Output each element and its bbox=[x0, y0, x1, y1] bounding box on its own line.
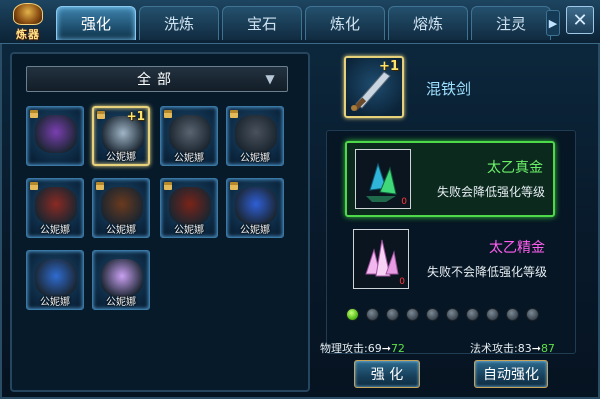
inventory-slot-crystal-blade[interactable]: 公妮娜 bbox=[92, 250, 150, 310]
crystal-blade-icon bbox=[101, 259, 143, 297]
close-button[interactable]: ✕ bbox=[566, 6, 594, 34]
item-owner-label: 公妮娜 bbox=[174, 225, 204, 236]
inventory-slot-chest-armor[interactable]: 公妮娜 bbox=[226, 106, 284, 166]
logo-text: 炼器 bbox=[16, 27, 40, 41]
enhance-level-badge: +1 bbox=[126, 109, 145, 123]
inventory-slot-shoulder-armor[interactable]: 公妮娜 bbox=[160, 106, 218, 166]
magic-attack-label: 法术攻击: bbox=[470, 342, 518, 355]
auto-enhance-button[interactable]: 自动强化 bbox=[474, 360, 548, 388]
inventory-slot-necklace[interactable]: 公妮娜 bbox=[226, 178, 284, 238]
equipped-item-name: 混铁剑 bbox=[426, 80, 472, 98]
category-filter-dropdown[interactable]: 全部 ▼ bbox=[26, 66, 288, 92]
enhance-level-dots bbox=[346, 308, 539, 321]
lock-icon bbox=[30, 182, 38, 190]
leg-armor-icon bbox=[101, 187, 143, 225]
level-dot bbox=[366, 308, 379, 321]
level-dot bbox=[526, 308, 539, 321]
inventory-slot-gauntlet[interactable]: 公妮娜 bbox=[26, 178, 84, 238]
level-dot bbox=[506, 308, 519, 321]
item-owner-label: 公妮娜 bbox=[106, 152, 136, 163]
material-name: 太乙精金 bbox=[489, 240, 545, 256]
inventory-slot-amulet[interactable] bbox=[26, 106, 84, 166]
boots-icon bbox=[169, 187, 211, 225]
material-desc: 失败不会降低强化等级 bbox=[426, 265, 547, 279]
physical-attack-to: 72 bbox=[390, 342, 405, 355]
arrow-right-icon: ➞ bbox=[381, 342, 391, 355]
item-owner-label: 公妮娜 bbox=[40, 225, 70, 236]
enhance-panel: +1 混铁剑 0 太乙真金 失败会降低强化等级 0 太乙精金 失败不会降低强化等… bbox=[318, 52, 592, 392]
filter-label: 全部 bbox=[137, 72, 177, 88]
equipped-item-slot[interactable]: +1 bbox=[344, 56, 404, 118]
magic-attack-stat: 法术攻击:83➞87 bbox=[470, 340, 555, 356]
physical-attack-stat: 物理攻击:69➞72 bbox=[320, 340, 405, 356]
level-dot bbox=[426, 308, 439, 321]
ring-icon bbox=[35, 259, 77, 297]
tab-enhance[interactable]: 强化 bbox=[56, 6, 136, 40]
shoulder-armor-icon bbox=[169, 115, 211, 153]
item-owner-label: 公妮娜 bbox=[106, 297, 136, 308]
forge-logo: 炼器 bbox=[2, 0, 54, 44]
tab-transmute[interactable]: 炼化 bbox=[305, 6, 385, 40]
lock-icon bbox=[164, 110, 172, 118]
level-dot bbox=[386, 308, 399, 321]
tab-refine[interactable]: 洗炼 bbox=[139, 6, 219, 40]
physical-attack-from: 69 bbox=[367, 342, 382, 355]
material-name: 太乙真金 bbox=[487, 160, 543, 176]
inventory-panel: 全部 ▼ +1 公妮娜 公妮娜 公妮娜 公妮娜 公妮娜 公妮娜 公妮娜 公妮娜 公妮娜 bbox=[10, 52, 310, 392]
enhance-button[interactable]: 强 化 bbox=[354, 360, 420, 388]
item-owner-label: 公妮娜 bbox=[174, 153, 204, 164]
item-owner-label: 公妮娜 bbox=[40, 297, 70, 308]
inventory-slot-leg-armor[interactable]: 公妮娜 bbox=[92, 178, 150, 238]
material-slot: 0 bbox=[353, 229, 409, 289]
lock-icon bbox=[230, 110, 238, 118]
arrow-right-icon: ➞ bbox=[531, 342, 541, 355]
inventory-slot-boots[interactable]: 公妮娜 bbox=[160, 178, 218, 238]
tab-smelt[interactable]: 熔炼 bbox=[388, 6, 468, 40]
tab-bar: 强化 洗炼 宝石 炼化 熔炼 注灵 bbox=[56, 6, 551, 40]
level-dot bbox=[466, 308, 479, 321]
material-option-taiyi-zhenjin[interactable]: 0 太乙真金 失败会降低强化等级 bbox=[345, 141, 555, 217]
lock-icon bbox=[164, 182, 172, 190]
level-dot bbox=[446, 308, 459, 321]
tab-gem[interactable]: 宝石 bbox=[222, 6, 302, 40]
item-owner-label: 公妮娜 bbox=[240, 153, 270, 164]
forge-emblem-icon bbox=[13, 2, 43, 25]
inventory-slot-ring[interactable]: 公妮娜 bbox=[26, 250, 84, 310]
material-option-taiyi-jingjin[interactable]: 0 太乙精金 失败不会降低强化等级 bbox=[345, 223, 555, 299]
lock-icon bbox=[96, 182, 104, 190]
top-bar: 炼器 强化 洗炼 宝石 炼化 熔炼 注灵 ▶ ✕ bbox=[0, 0, 600, 44]
inventory-slot-sword[interactable]: +1 公妮娜 bbox=[92, 106, 150, 166]
material-slot: 0 bbox=[355, 149, 411, 209]
level-dot bbox=[406, 308, 419, 321]
chest-armor-icon bbox=[235, 115, 277, 153]
material-desc: 失败会降低强化等级 bbox=[436, 185, 545, 199]
lock-icon bbox=[97, 111, 105, 119]
necklace-icon bbox=[235, 187, 277, 225]
magic-attack-from: 83 bbox=[517, 342, 532, 355]
enhance-level-badge: +1 bbox=[379, 59, 399, 74]
gauntlet-icon bbox=[35, 187, 77, 225]
item-owner-label: 公妮娜 bbox=[240, 225, 270, 236]
tab-infuse[interactable]: 注灵 bbox=[471, 6, 551, 40]
physical-attack-label: 物理攻击: bbox=[320, 342, 368, 355]
amulet-icon bbox=[35, 115, 77, 153]
lock-icon bbox=[230, 182, 238, 190]
material-count: 0 bbox=[401, 197, 407, 207]
dropdown-arrow-icon: ▼ bbox=[265, 72, 281, 86]
material-count: 0 bbox=[399, 277, 405, 287]
tab-scroll-right-icon[interactable]: ▶ bbox=[546, 10, 560, 36]
magic-attack-to: 87 bbox=[540, 342, 555, 355]
level-dot bbox=[486, 308, 499, 321]
lock-icon bbox=[30, 110, 38, 118]
item-owner-label: 公妮娜 bbox=[106, 225, 136, 236]
level-dot bbox=[346, 308, 359, 321]
